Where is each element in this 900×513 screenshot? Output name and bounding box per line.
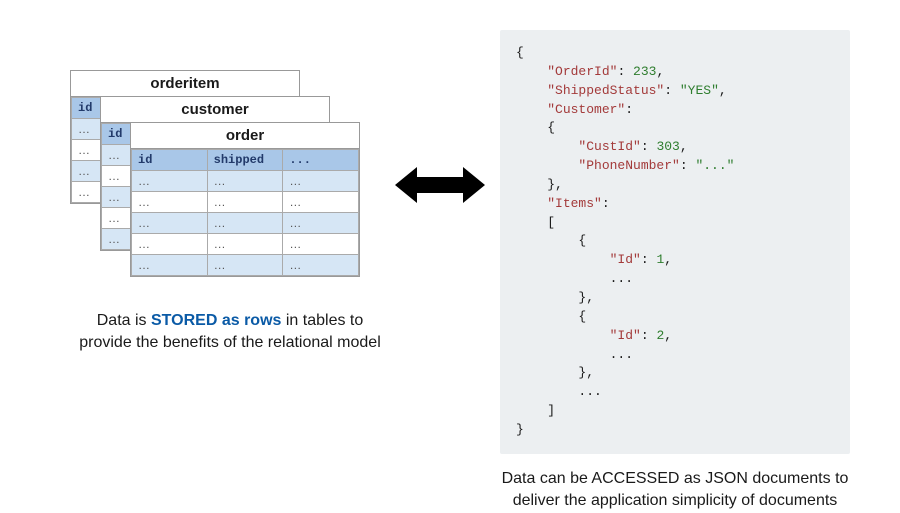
table-title: orderitem <box>71 71 299 97</box>
table-order: order id shipped ... ……… ……… ……… ……… ……… <box>130 122 360 277</box>
emphasis-accessed: ACCESSED as JSON documents <box>591 470 830 487</box>
relational-side: orderitem id … … … … customer id … … … …… <box>70 70 390 355</box>
left-caption: Data is STORED as rows in tables to prov… <box>70 310 390 355</box>
table-grid: id shipped ... ……… ……… ……… ……… ……… <box>131 149 359 276</box>
document-side: { "OrderId": 233, "ShippedStatus": "YES"… <box>500 30 850 513</box>
table-title: order <box>131 123 359 149</box>
json-document: { "OrderId": 233, "ShippedStatus": "YES"… <box>500 30 850 454</box>
table-title: customer <box>101 97 329 123</box>
bidirectional-arrow-icon <box>395 165 485 205</box>
table-row: ……… <box>132 213 359 234</box>
table-header-row: id shipped ... <box>132 150 359 171</box>
table-row: ……… <box>132 192 359 213</box>
table-row: ……… <box>132 234 359 255</box>
table-row: ……… <box>132 171 359 192</box>
emphasis-stored: STORED as rows <box>151 312 281 329</box>
table-row: ……… <box>132 255 359 276</box>
tables-stack: orderitem id … … … … customer id … … … …… <box>70 70 390 290</box>
